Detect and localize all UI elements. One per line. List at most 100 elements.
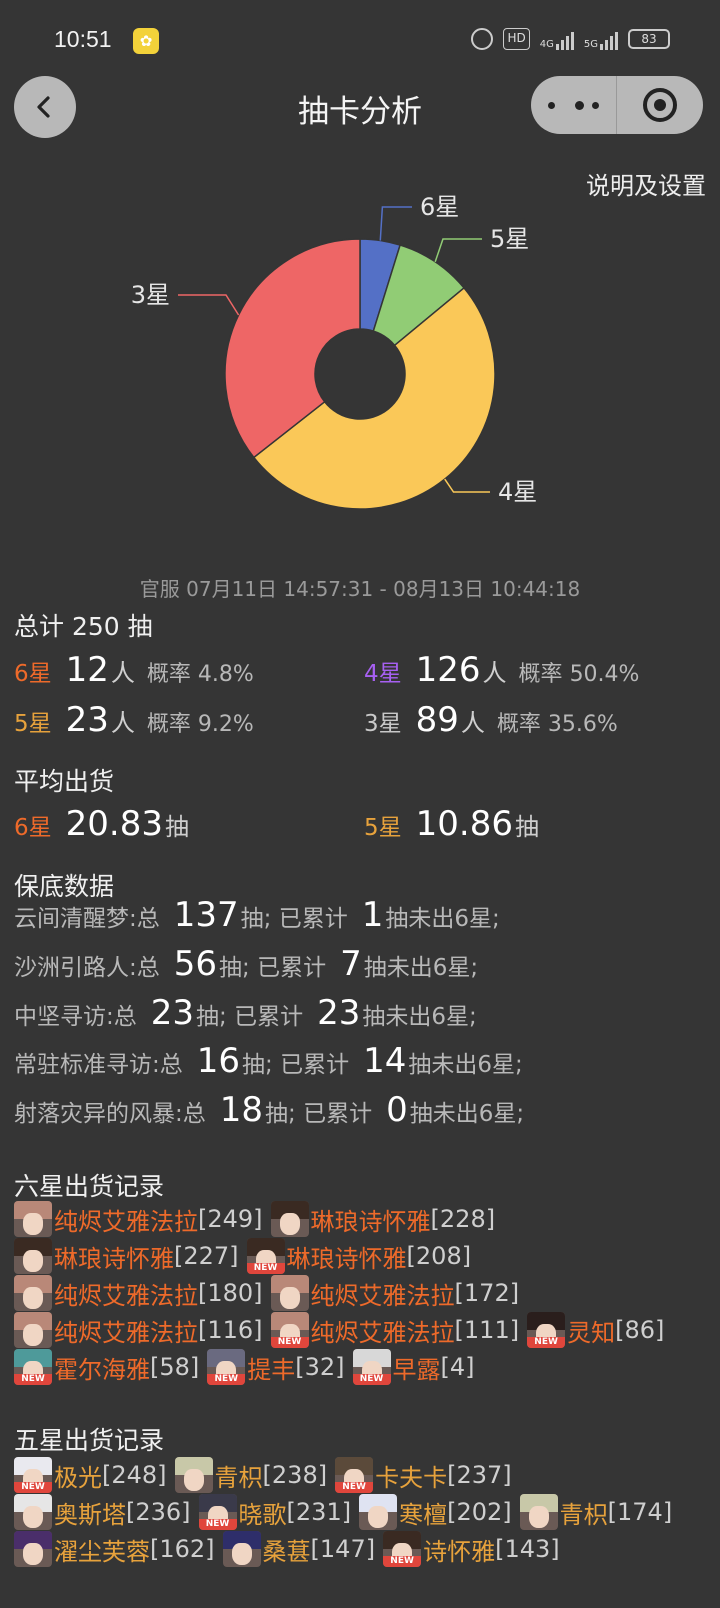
record-item[interactable]: NEW 灵知 [86] [527,1312,664,1348]
new-badge-icon: NEW [352,1374,391,1385]
pool-total: 137 [173,895,239,935]
operator-avatar: NEW [383,1531,422,1567]
record-item[interactable]: 琳琅诗怀雅 [228] [270,1201,495,1237]
pull-count: [147] [310,1535,376,1563]
new-badge-icon: NEW [270,1337,309,1348]
pull-count: [227] [174,1242,239,1270]
battery-icon: 83 [628,29,670,49]
record-line: 奥斯塔 [236] NEW 晓歌 [231] 寒檀 [202] 青枳 [174] [14,1494,680,1530]
operator-avatar [14,1201,52,1237]
operator-avatar [270,1275,309,1311]
star-label: 5星 [14,711,52,737]
record-item[interactable]: 纯烬艾雅法拉 [116] [14,1312,263,1348]
operator-name: 极光 [54,1463,102,1492]
record-item[interactable]: 纯烬艾雅法拉 [172] [270,1275,519,1311]
more-dots-icon[interactable] [531,76,617,134]
count-value: 12 [65,650,109,690]
prob-label: 概率 [496,712,541,737]
record-item[interactable]: NEW 琳琅诗怀雅 [208] [246,1238,472,1274]
pity-accumulated: 0 [386,1090,408,1130]
pity-end-text: 抽未出6星; [363,955,479,981]
record-item[interactable]: NEW 卡夫卡 [237] [335,1457,512,1493]
operator-name: 纯烬艾雅法拉 [310,1281,455,1310]
record-item[interactable]: 纯烬艾雅法拉 [180] [14,1275,263,1311]
average-value: 10.86 [415,804,513,844]
record-item[interactable]: NEW 晓歌 [231] [198,1494,351,1530]
operator-avatar [222,1531,261,1567]
record-item[interactable]: NEW 诗怀雅 [143] [383,1531,560,1567]
pull-count: [202] [447,1498,512,1526]
record-item[interactable]: NEW 极光 [248] [14,1457,167,1493]
operator-avatar: NEW [207,1349,246,1385]
operator-name: 奥斯塔 [54,1500,126,1529]
unit-label: 人 [482,659,507,687]
average-6-star: 6星 20.83抽 [14,804,189,844]
pull-count: [111] [454,1316,520,1344]
stat-3-star: 3星 89人 概率 35.6% [364,700,618,740]
summary-title: 总计 250 抽 [14,612,153,641]
average-5-star: 5星 10.86抽 [364,804,539,844]
prob-label: 概率 [146,662,191,687]
prob-value: 4.8% [197,662,254,687]
operator-name: 纯烬艾雅法拉 [54,1318,198,1347]
record-item[interactable]: 青枳 [174] [519,1494,672,1530]
record-item[interactable]: 纯烬艾雅法拉 [249] [14,1201,263,1237]
pity-row: 沙洲引路人:总 56抽; 已累计 7抽未出6星; [14,944,478,984]
operator-avatar: NEW [246,1238,285,1274]
pie-label-line [178,294,240,316]
stat-4-star: 4星 126人 概率 50.4% [364,650,639,690]
new-badge-icon: NEW [207,1374,246,1385]
record-item[interactable]: NEW 霍尔海雅 [58] [14,1349,199,1385]
operator-avatar [519,1494,558,1530]
hd-icon: HD [503,28,530,50]
pity-mid-text: 抽; 已累计 [265,1101,373,1127]
record-item[interactable]: 青枳 [238] [174,1457,328,1493]
count-value: 126 [415,650,481,690]
record-item[interactable]: NEW 纯烬艾雅法拉 [111] [270,1312,520,1348]
signal-5g-icon: 5G [584,28,618,50]
record-line: 琳琅诗怀雅 [227] NEW 琳琅诗怀雅 [208] [14,1238,479,1274]
pull-count: [58] [150,1353,200,1381]
record-line: 纯烬艾雅法拉 [249] 琳琅诗怀雅 [228] [14,1201,503,1237]
record-item[interactable]: 琳琅诗怀雅 [227] [14,1238,239,1274]
star-label: 6星 [14,661,52,687]
record-line: NEW 霍尔海雅 [58] NEW 提丰 [32] NEW 早露 [4] [14,1349,483,1385]
pool-total: 16 [196,1041,241,1081]
star-label: 6星 [14,815,52,841]
record-item[interactable]: 寒檀 [202] [359,1494,512,1530]
operator-name: 琳琅诗怀雅 [286,1244,407,1273]
operator-name: 青枳 [559,1500,608,1529]
pool-name: 中坚寻访:总 [14,1004,137,1030]
pool-total: 18 [219,1090,264,1130]
pull-count: [116] [198,1316,263,1344]
target-icon[interactable] [617,76,703,134]
operator-avatar [14,1312,52,1348]
capsule-menu [531,76,703,134]
pool-name: 常驻标准寻访:总 [14,1052,183,1078]
pity-mid-text: 抽; 已累计 [240,906,348,932]
record-item[interactable]: NEW 早露 [4] [352,1349,475,1385]
pie-label: 5星 [490,225,529,253]
operator-name: 纯烬艾雅法拉 [310,1318,455,1347]
record-item[interactable]: 奥斯塔 [236] [14,1494,191,1530]
operator-avatar: NEW [527,1312,566,1348]
pull-count: [32] [295,1353,345,1381]
record-item[interactable]: 濯尘芙蓉 [162] [14,1531,215,1567]
pity-mid-text: 抽; 已累计 [196,1004,304,1030]
pull-count: [238] [262,1461,328,1489]
record-line: 濯尘芙蓉 [162] 桑葚 [147] NEW 诗怀雅 [143] [14,1531,568,1567]
operator-name: 寒檀 [399,1500,448,1529]
record-item[interactable]: NEW 提丰 [32] [207,1349,345,1385]
record-item[interactable]: 桑葚 [147] [222,1531,376,1567]
unit-label: 人 [110,659,135,687]
count-value: 89 [415,700,459,740]
average-value: 20.83 [65,804,163,844]
new-badge-icon: NEW [198,1519,237,1530]
five-star-records-title: 五星出货记录 [14,1426,165,1455]
new-badge-icon: NEW [527,1337,566,1348]
operator-name: 纯烬艾雅法拉 [54,1281,198,1310]
pie-label: 6星 [420,193,459,221]
prob-label: 概率 [146,712,191,737]
operator-name: 琳琅诗怀雅 [54,1244,174,1273]
pull-count: [208] [406,1242,472,1270]
